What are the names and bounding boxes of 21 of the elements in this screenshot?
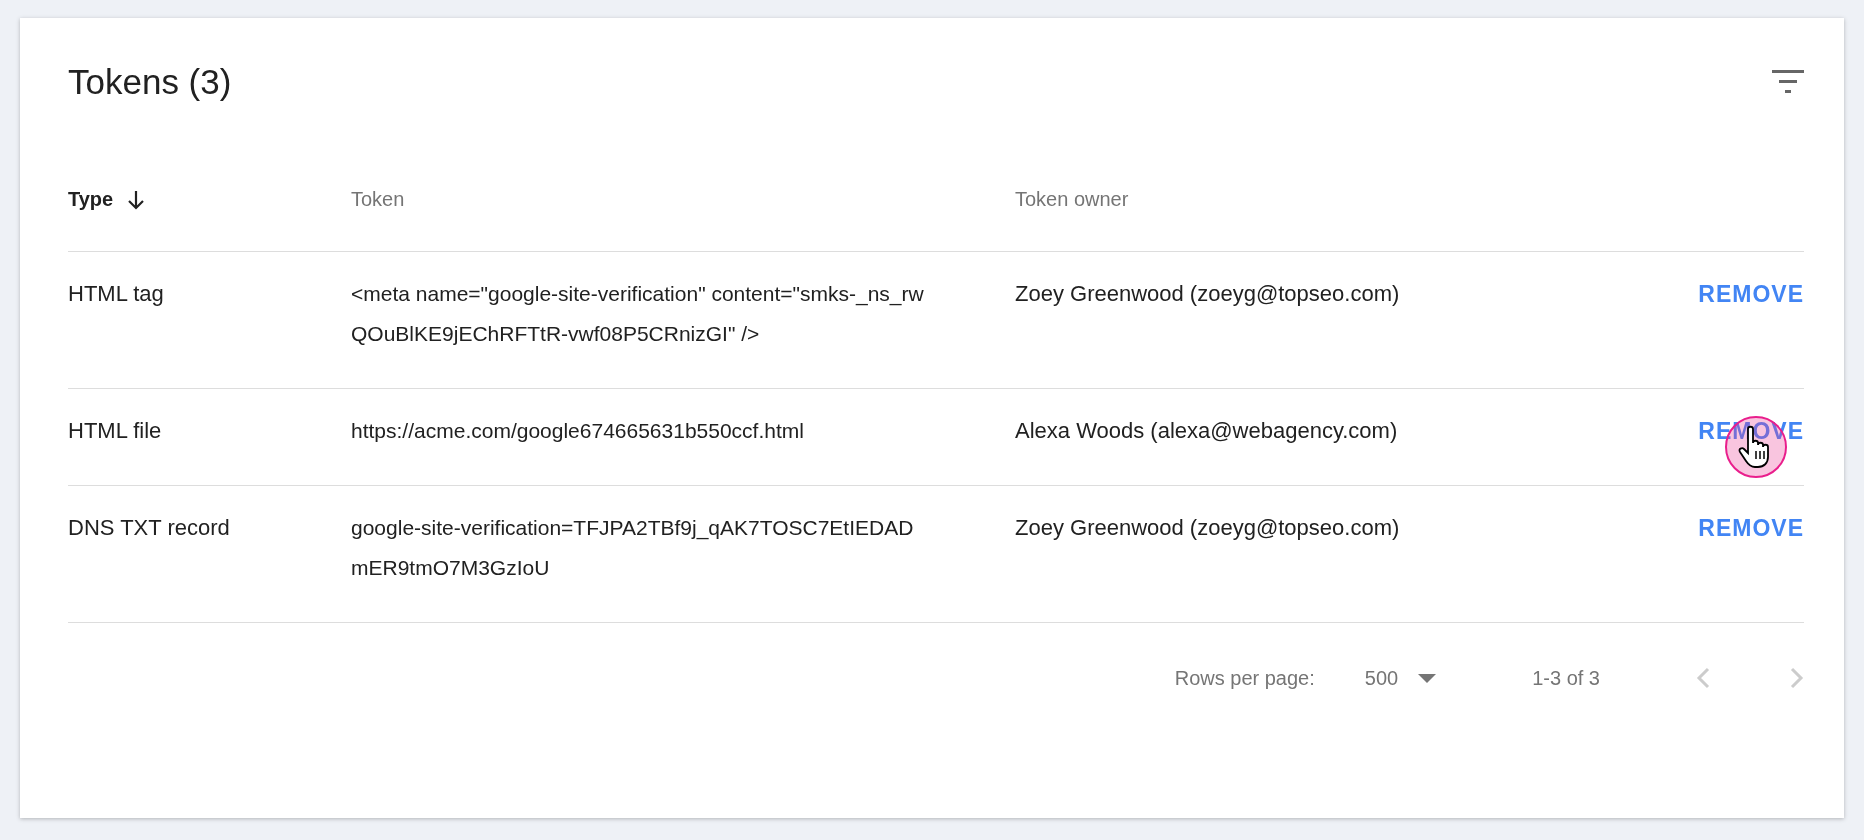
column-header[interactable]: Token	[351, 188, 405, 211]
column-header[interactable]: Type	[68, 188, 114, 211]
remove-button[interactable]: REMOVE	[1698, 280, 1804, 308]
card-title: Tokens (3)	[68, 62, 232, 102]
remove-button[interactable]: REMOVE	[1698, 514, 1804, 542]
token-value: https://acme.com/google674665631b550ccf.html	[351, 419, 804, 442]
dropdown-caret-icon[interactable]	[1418, 673, 1437, 683]
page-range: 1-3 of 3	[1532, 666, 1600, 690]
token-value: <meta name="google-site-verification" content="smks-_ns_rwQOuBlKE9jEChRFTtR-vwf08P5CRnizGI" />	[351, 282, 924, 345]
filter-icon[interactable]	[1772, 70, 1804, 94]
token-owner: Alexa Woods (alexa@webagency.com)	[1015, 418, 1398, 443]
token-type: DNS TXT record	[68, 515, 230, 540]
rows-per-page-select[interactable]: 500	[1364, 666, 1437, 690]
token-owner: Zoey Greenwood (zoeyg@topseo.com)	[1015, 515, 1400, 540]
token-owner: Zoey Greenwood (zoeyg@topseo.com)	[1015, 281, 1400, 306]
column-header[interactable]: Token owner	[1015, 188, 1129, 211]
sort-arrow-icon[interactable]	[127, 189, 146, 210]
token-value: google-site-verification=TFJPA2TBf9j_qAK7TOSC7EtIEDADmER9tmO7M3GzIoU	[351, 516, 914, 579]
token-type: HTML tag	[68, 281, 164, 306]
token-type: HTML file	[68, 418, 162, 443]
rows-per-page-label: Rows per page:	[1174, 666, 1315, 690]
